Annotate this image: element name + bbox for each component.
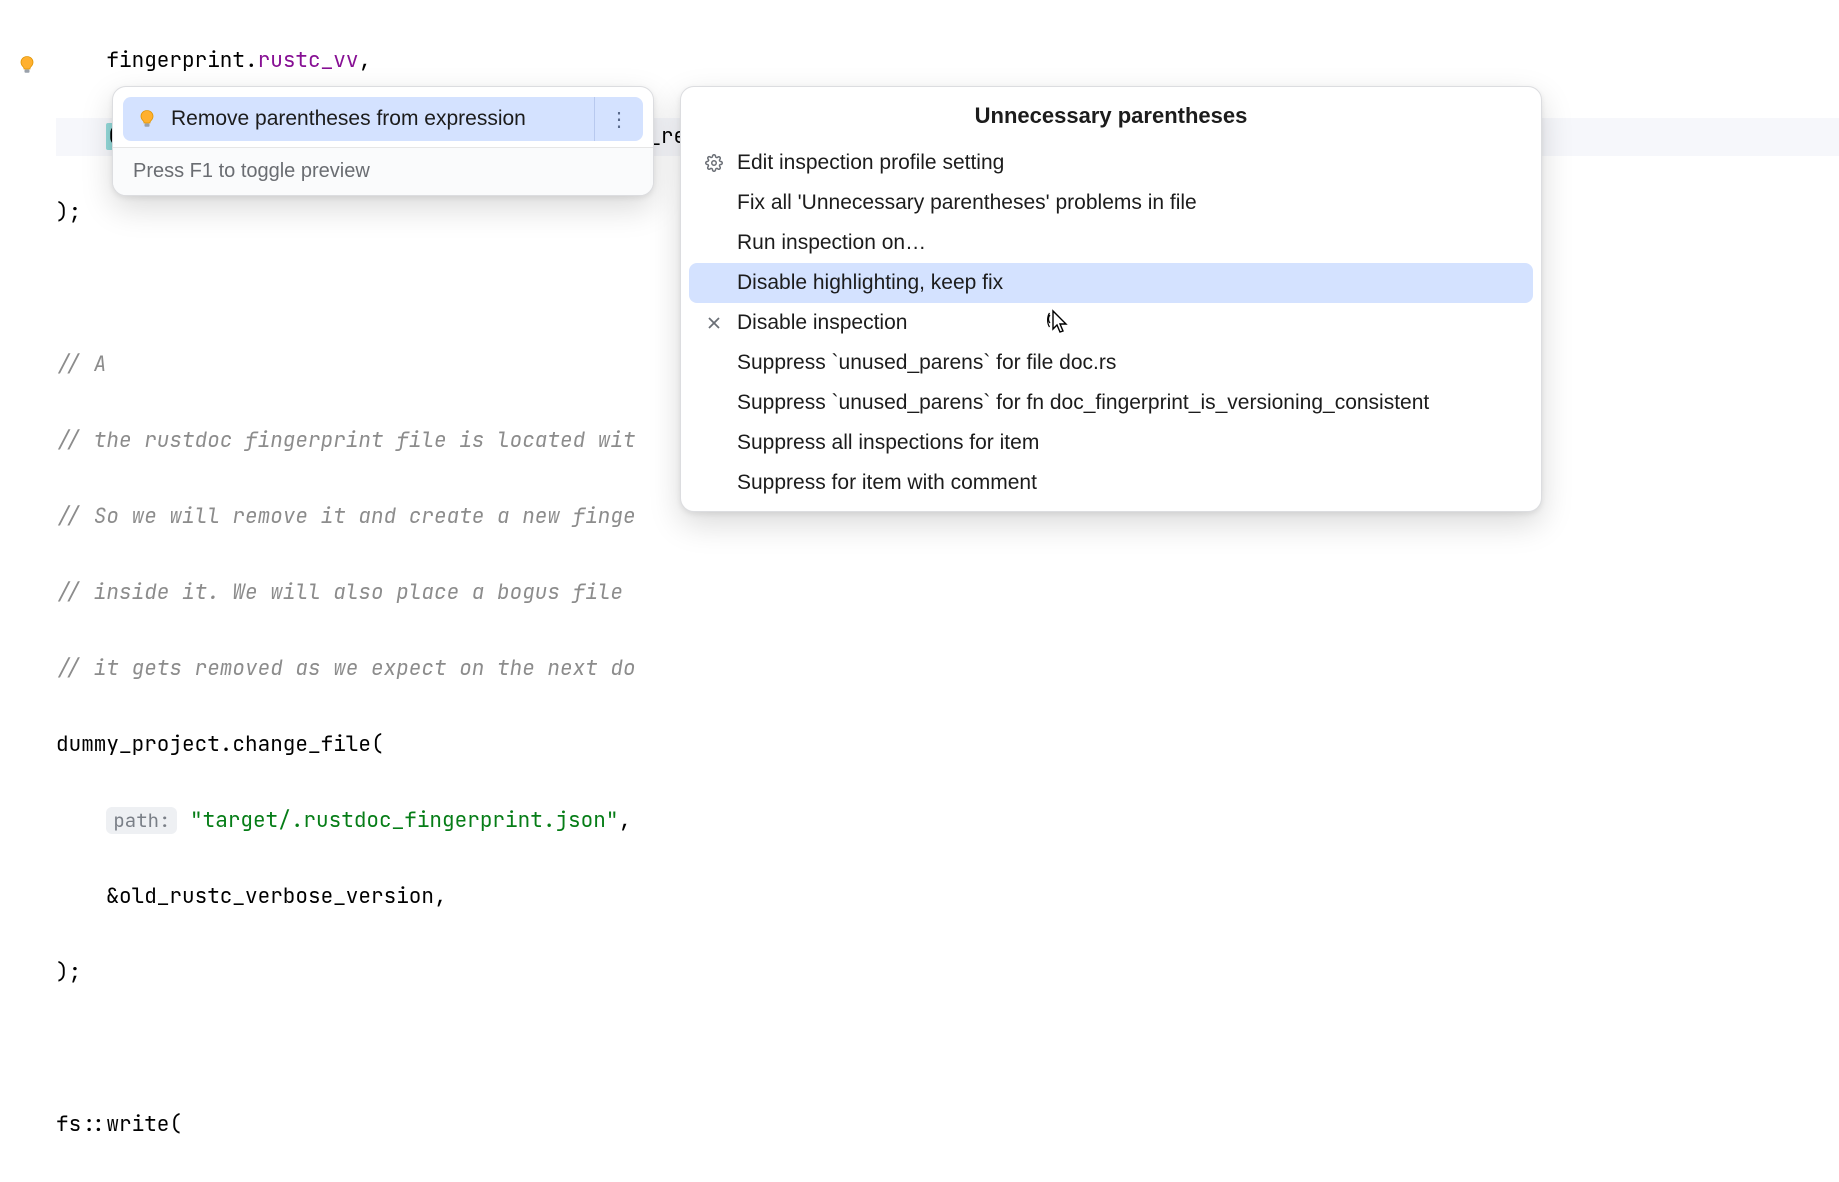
- code-comment: // inside it. We will also place a bogus…: [56, 579, 636, 606]
- gear-icon: [703, 154, 725, 172]
- code-string: "target/.rustdoc_fingerprint.json": [190, 807, 618, 834]
- submenu-item-run-inspection[interactable]: Run inspection on…: [681, 223, 1541, 263]
- code-token: );: [56, 954, 1839, 992]
- lightbulb-icon: [137, 109, 157, 129]
- submenu-item-suppress-all[interactable]: Suppress all inspections for item: [681, 423, 1541, 463]
- submenu-item-suppress-fn[interactable]: Suppress `unused_parens` for fn doc_fing…: [681, 383, 1541, 423]
- submenu-item-fix-all[interactable]: Fix all 'Unnecessary parentheses' proble…: [681, 183, 1541, 223]
- intention-label: Remove parentheses from expression: [171, 107, 526, 131]
- submenu-item-label: Fix all 'Unnecessary parentheses' proble…: [737, 191, 1197, 215]
- kebab-icon: ⋮: [609, 107, 629, 132]
- intention-more-button[interactable]: ⋮: [594, 97, 643, 141]
- submenu-item-label: Disable inspection: [737, 311, 907, 335]
- submenu-item-label: Suppress for item with comment: [737, 471, 1037, 495]
- submenu-item-label: Run inspection on…: [737, 231, 926, 255]
- code-token: rustc_vv: [258, 47, 359, 74]
- inlay-hint: path:: [106, 807, 177, 834]
- submenu-item-suppress-file[interactable]: Suppress `unused_parens` for file doc.rs: [681, 343, 1541, 383]
- code-token: fs::write(: [56, 1106, 1839, 1144]
- inspection-submenu: Unnecessary parentheses Edit inspection …: [680, 86, 1542, 512]
- code-token: &old_rustc_verbose_version,: [106, 883, 446, 910]
- submenu-item-label: Edit inspection profile setting: [737, 151, 1004, 175]
- submenu-item-suppress-comment[interactable]: Suppress for item with comment: [681, 463, 1541, 503]
- submenu-item-label: Disable highlighting, keep fix: [737, 271, 1003, 295]
- intention-popup: Remove parentheses from expression ⋮ Pre…: [112, 86, 654, 196]
- submenu-item-label: Suppress `unused_parens` for file doc.rs: [737, 351, 1116, 375]
- code-comment: // A: [56, 351, 106, 378]
- code-comment: // So we will remove it and create a new…: [56, 503, 636, 530]
- code-token: dummy_project.change_file(: [56, 726, 1839, 764]
- code-comment: // the rustdoc fingerprint file is locat…: [56, 427, 636, 454]
- submenu-item-disable-highlighting[interactable]: Disable highlighting, keep fix: [689, 263, 1533, 303]
- submenu-item-label: Suppress all inspections for item: [737, 431, 1039, 455]
- code-comment: // it gets removed as we expect on the n…: [56, 655, 636, 682]
- intention-item-remove-parentheses[interactable]: Remove parentheses from expression: [123, 97, 594, 141]
- submenu-item-edit-profile[interactable]: Edit inspection profile setting: [681, 143, 1541, 183]
- intention-hint: Press F1 to toggle preview: [113, 147, 653, 195]
- submenu-item-disable-inspection[interactable]: Disable inspection: [681, 303, 1541, 343]
- close-icon: [703, 315, 725, 331]
- code-token: fingerprint: [106, 47, 245, 74]
- submenu-item-label: Suppress `unused_parens` for fn doc_fing…: [737, 391, 1429, 415]
- submenu-title: Unnecessary parentheses: [681, 87, 1541, 143]
